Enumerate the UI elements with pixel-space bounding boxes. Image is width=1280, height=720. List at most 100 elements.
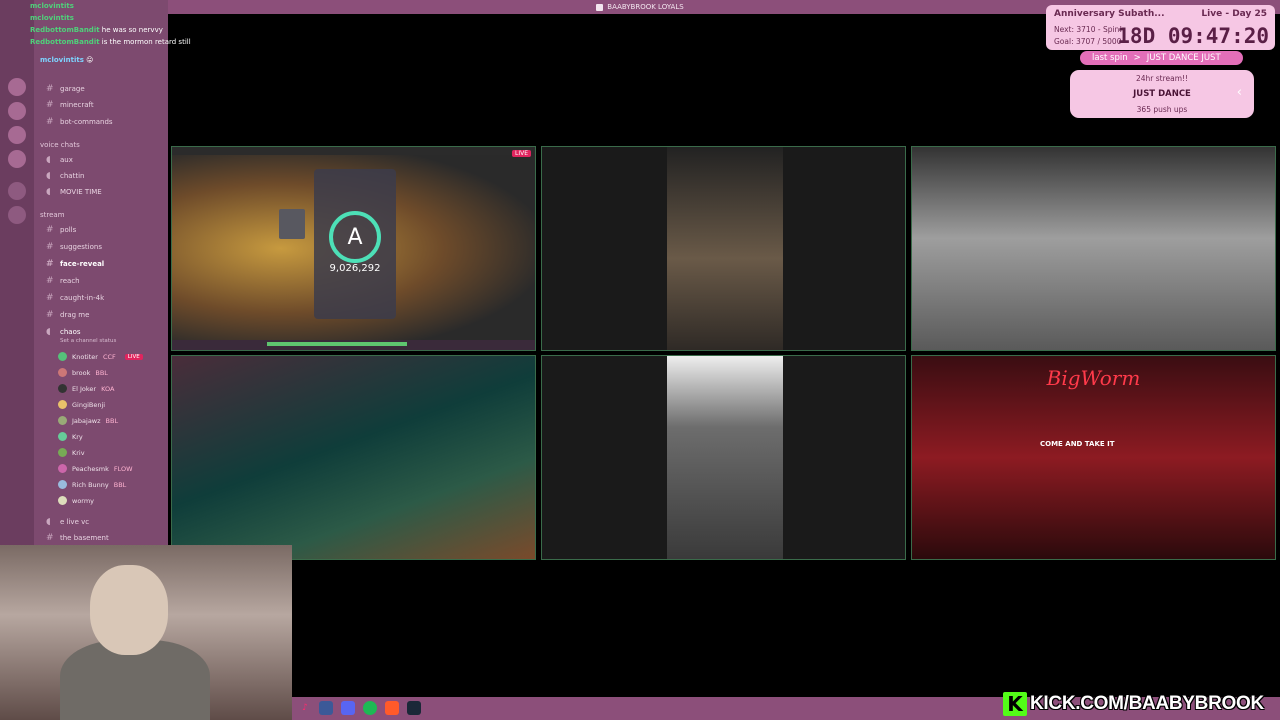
voice-user[interactable]: Knotiter CCF LIVE <box>58 352 143 361</box>
banner-text: COME AND TAKE IT <box>1040 440 1115 448</box>
hash-icon: # <box>46 259 54 269</box>
channel-item[interactable]: # minecraft <box>46 100 94 110</box>
voice-user[interactable]: Rich Bunny BBL <box>58 480 126 489</box>
live-badge: LIVE <box>511 150 531 157</box>
add-server-icon[interactable] <box>8 182 26 200</box>
channel-list: # garage # minecraft # bot-commands voice c… <box>34 0 168 545</box>
chat-message: mclovintits <box>0 0 200 12</box>
spotify-icon[interactable] <box>363 701 377 715</box>
chat-username: RedbottomBandit <box>30 26 100 34</box>
voice-user-name: Rich Bunny <box>72 480 109 489</box>
channel-label: suggestions <box>60 243 102 251</box>
channel-item[interactable]: # face-reveal <box>46 259 104 269</box>
channel-item[interactable]: # caught-in-4k <box>46 293 104 303</box>
channel-label: bot-commands <box>60 118 113 126</box>
voice-channel-item[interactable]: ◖ aux <box>46 155 73 165</box>
channel-item[interactable]: # the basement <box>46 533 109 543</box>
video-tile-keyboard[interactable] <box>171 355 536 560</box>
speaker-icon: ◖ <box>46 517 51 527</box>
channel-item[interactable]: # reach <box>46 276 80 286</box>
voice-user-name: Peachesmk <box>72 464 109 473</box>
channel-label: chaos <box>60 328 81 336</box>
tiktok-icon[interactable]: ♪ <box>298 701 312 715</box>
chat-username: mclovintits <box>30 14 74 22</box>
voice-user[interactable]: Peachesmk FLOW <box>58 464 133 473</box>
video-tile-cam-3[interactable] <box>541 355 906 560</box>
discover-icon[interactable] <box>8 206 26 224</box>
voice-user[interactable]: wormy <box>58 496 94 505</box>
channel-label: drag me <box>60 311 90 319</box>
avatar <box>58 432 67 441</box>
voice-user-name: brook <box>72 368 91 377</box>
video-tile-cam-2[interactable] <box>911 146 1276 351</box>
voice-channel-item[interactable]: ◖ e live vc <box>46 517 89 527</box>
user-tag: BBL <box>105 416 119 425</box>
grade-ring: A <box>329 211 381 263</box>
channel-label: polls <box>60 226 77 234</box>
game-progress-bar <box>267 342 407 346</box>
voice-user[interactable]: Kry <box>58 432 83 441</box>
avatar <box>58 400 67 409</box>
subathon-day: Live - Day 25 <box>1201 9 1267 19</box>
chat-message: mclovintits 😛 <box>0 54 200 66</box>
kick-logo-icon: K <box>1003 691 1027 716</box>
speaker-icon: ◖ <box>46 327 51 337</box>
channel-item[interactable]: # drag me <box>46 310 89 320</box>
hash-icon: # <box>46 533 54 543</box>
webcam-feed <box>667 147 783 350</box>
category-voice-chats[interactable]: voice chats <box>40 141 80 149</box>
avatar <box>58 496 67 505</box>
chat-overlay: mclovintits mclovintits RedbottomBandit … <box>0 0 200 66</box>
hash-icon: # <box>46 276 54 286</box>
category-stream[interactable]: stream <box>40 211 65 219</box>
window-title: BAABYBROOK LOYALS <box>607 3 684 11</box>
subathon-goal: Goal: 3707 / 5000 <box>1054 37 1122 46</box>
voice-user[interactable]: El Joker KOA <box>58 384 114 393</box>
spin-option: 365 push ups <box>1136 105 1188 114</box>
last-spin-value: JUST DANCE JUST <box>1146 53 1221 63</box>
app-icon[interactable] <box>319 701 333 715</box>
chevron-right-icon: > <box>1133 53 1141 63</box>
voice-channel-active[interactable]: ◖ chaos <box>46 327 81 337</box>
kick-url: KICK.COM/BAABYBROOK <box>1030 692 1264 714</box>
subathon-next: Next: 3710 - Spin! <box>1054 25 1123 34</box>
channel-label: reach <box>60 277 80 285</box>
channel-item[interactable]: # garage <box>46 84 85 94</box>
chat-username: mclovintits <box>30 2 74 10</box>
voice-user-name: Kriv <box>72 448 85 457</box>
chat-message: RedbottomBandit is the mormon retard sti… <box>0 36 200 48</box>
voice-channel-item[interactable]: ◖ chattin <box>46 171 84 181</box>
channel-label: caught-in-4k <box>60 294 105 302</box>
video-tile-bigworm[interactable]: BigWorm COME AND TAKE IT <box>911 355 1276 560</box>
avatar <box>58 448 67 457</box>
channel-item[interactable]: # suggestions <box>46 242 102 252</box>
window-icon <box>596 3 604 11</box>
channel-label: face-reveal <box>60 260 105 268</box>
channel-item[interactable]: # polls <box>46 225 76 235</box>
brave-icon[interactable] <box>385 701 399 715</box>
discord-icon[interactable] <box>341 701 355 715</box>
stream-overlay: BAABYBROOK LOYALS # garage # minecraft # bo… <box>0 0 1280 720</box>
voice-user[interactable]: Kriv <box>58 448 85 457</box>
avatar <box>58 464 67 473</box>
server-icon[interactable] <box>8 150 26 168</box>
game-score: 9,026,292 <box>329 263 381 274</box>
voice-channel-item[interactable]: ◖ MOVIE TIME <box>46 187 102 197</box>
voice-user[interactable]: GingiBenji <box>58 400 105 409</box>
avatar <box>58 384 67 393</box>
video-tile-cam-1[interactable] <box>541 146 906 351</box>
video-tile-game[interactable]: LIVE A 9,026,292 <box>171 146 536 351</box>
voice-user[interactable]: Jabajawz BBL <box>58 416 118 425</box>
server-icon[interactable] <box>8 102 26 120</box>
channel-label: aux <box>60 156 73 164</box>
server-icon[interactable] <box>8 78 26 96</box>
voice-user-name: GingiBenji <box>72 400 106 409</box>
speaker-icon: ◖ <box>46 155 51 165</box>
avatar <box>58 480 67 489</box>
steam-icon[interactable] <box>407 701 421 715</box>
channel-label: MOVIE TIME <box>60 188 102 196</box>
server-icon[interactable] <box>8 126 26 144</box>
channel-status[interactable]: Set a channel status <box>60 338 116 344</box>
voice-user[interactable]: brook BBL <box>58 368 108 377</box>
channel-item[interactable]: # bot-commands <box>46 117 113 127</box>
